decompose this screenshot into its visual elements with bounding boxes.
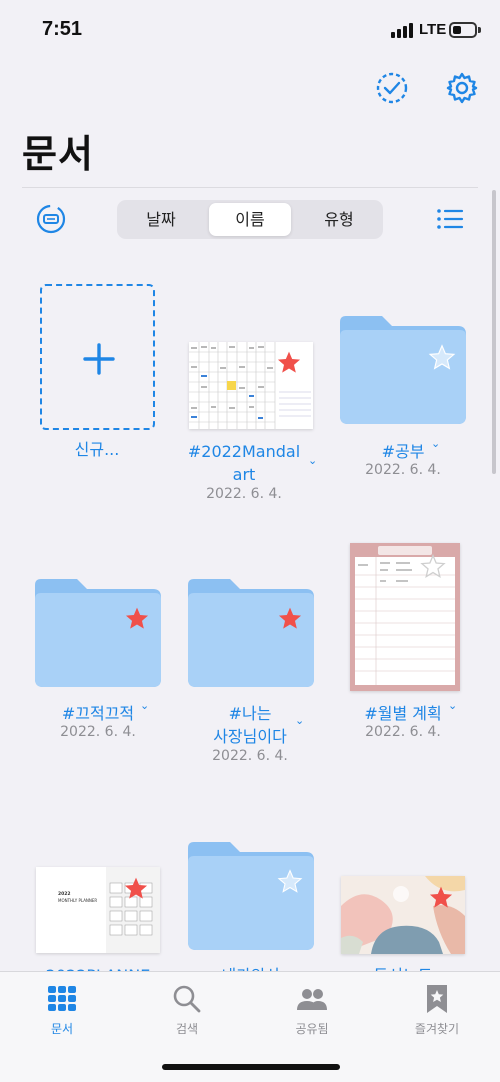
item-name: #끄적끄적 xyxy=(61,704,135,723)
folder-icon[interactable] xyxy=(188,579,314,687)
tab-documents[interactable]: 문서 xyxy=(12,984,112,1044)
favorite-star-icon[interactable] xyxy=(428,885,454,911)
chevron-down-icon[interactable]: ⌄ xyxy=(308,454,317,467)
favorite-star-icon[interactable] xyxy=(124,606,150,632)
item-date: 2022. 6. 4. xyxy=(206,486,282,502)
bookmark-star-icon xyxy=(427,985,447,1013)
new-document-button[interactable] xyxy=(40,284,155,430)
item-name-line2: 사장님이다 xyxy=(213,727,287,746)
chevron-down-icon[interactable]: ⌄ xyxy=(431,437,440,450)
chevron-down-icon[interactable]: ⌄ xyxy=(448,699,457,712)
cellular-signal-icon xyxy=(391,22,415,38)
item-name-line2: art xyxy=(232,465,256,484)
favorite-star-icon[interactable] xyxy=(276,350,302,376)
search-icon xyxy=(173,985,201,1013)
select-check-icon[interactable] xyxy=(375,71,409,105)
battery-icon xyxy=(449,22,477,38)
tab-shared[interactable]: 공유됨 xyxy=(262,984,362,1044)
folder-icon[interactable] xyxy=(188,842,314,950)
favorite-star-outline-icon[interactable] xyxy=(277,869,303,895)
network-type: LTE xyxy=(419,21,447,38)
tab-search[interactable]: 검색 xyxy=(137,984,237,1044)
tab-label: 문서 xyxy=(50,1022,74,1036)
tab-label: 즐겨찾기 xyxy=(414,1022,460,1036)
storage-drive-icon[interactable] xyxy=(36,204,66,234)
item-date: 2022. 6. 4. xyxy=(365,724,441,740)
divider xyxy=(22,187,478,188)
planner-year: 2022 xyxy=(58,891,71,897)
sort-by-type[interactable]: 유형 xyxy=(298,203,380,236)
home-indicator xyxy=(162,1064,340,1070)
favorite-star-icon[interactable] xyxy=(123,876,149,902)
sort-segmented-control: 날짜 이름 유형 xyxy=(117,200,383,239)
tab-label: 공유됨 xyxy=(295,1022,329,1036)
item-name: #공부 xyxy=(381,442,425,461)
chevron-down-icon[interactable]: ⌄ xyxy=(295,714,304,727)
page-title: 문서 xyxy=(22,132,94,176)
plus-icon xyxy=(83,343,115,375)
favorite-star-outline-icon[interactable] xyxy=(428,344,456,372)
item-date: 2022. 6. 4. xyxy=(60,724,136,740)
item-date: 2022. 6. 4. xyxy=(365,462,441,478)
item-name: 신규... xyxy=(74,440,120,459)
grid-icon xyxy=(48,986,76,1011)
planner-title: MONTHLY PLANNER xyxy=(58,898,97,903)
status-time: 7:51 xyxy=(42,18,83,40)
item-date: 2022. 6. 4. xyxy=(212,748,288,764)
favorite-star-outline-icon[interactable] xyxy=(420,554,446,580)
scrollbar[interactable] xyxy=(492,190,496,474)
tab-favorites[interactable]: 즐겨찾기 xyxy=(387,984,487,1044)
folder-icon[interactable] xyxy=(35,579,161,687)
item-name-line1: #2022Mandal xyxy=(187,442,301,461)
tab-label: 검색 xyxy=(175,1022,199,1036)
favorite-star-icon[interactable] xyxy=(277,606,303,632)
status-bar: 7:51 LTE xyxy=(0,0,500,60)
people-icon xyxy=(297,989,327,1010)
chevron-down-icon[interactable]: ⌄ xyxy=(140,699,149,712)
list-view-icon[interactable] xyxy=(436,207,464,231)
settings-gear-icon[interactable] xyxy=(445,71,479,105)
sort-by-name[interactable]: 이름 xyxy=(209,203,291,236)
sort-by-date[interactable]: 날짜 xyxy=(120,203,202,236)
